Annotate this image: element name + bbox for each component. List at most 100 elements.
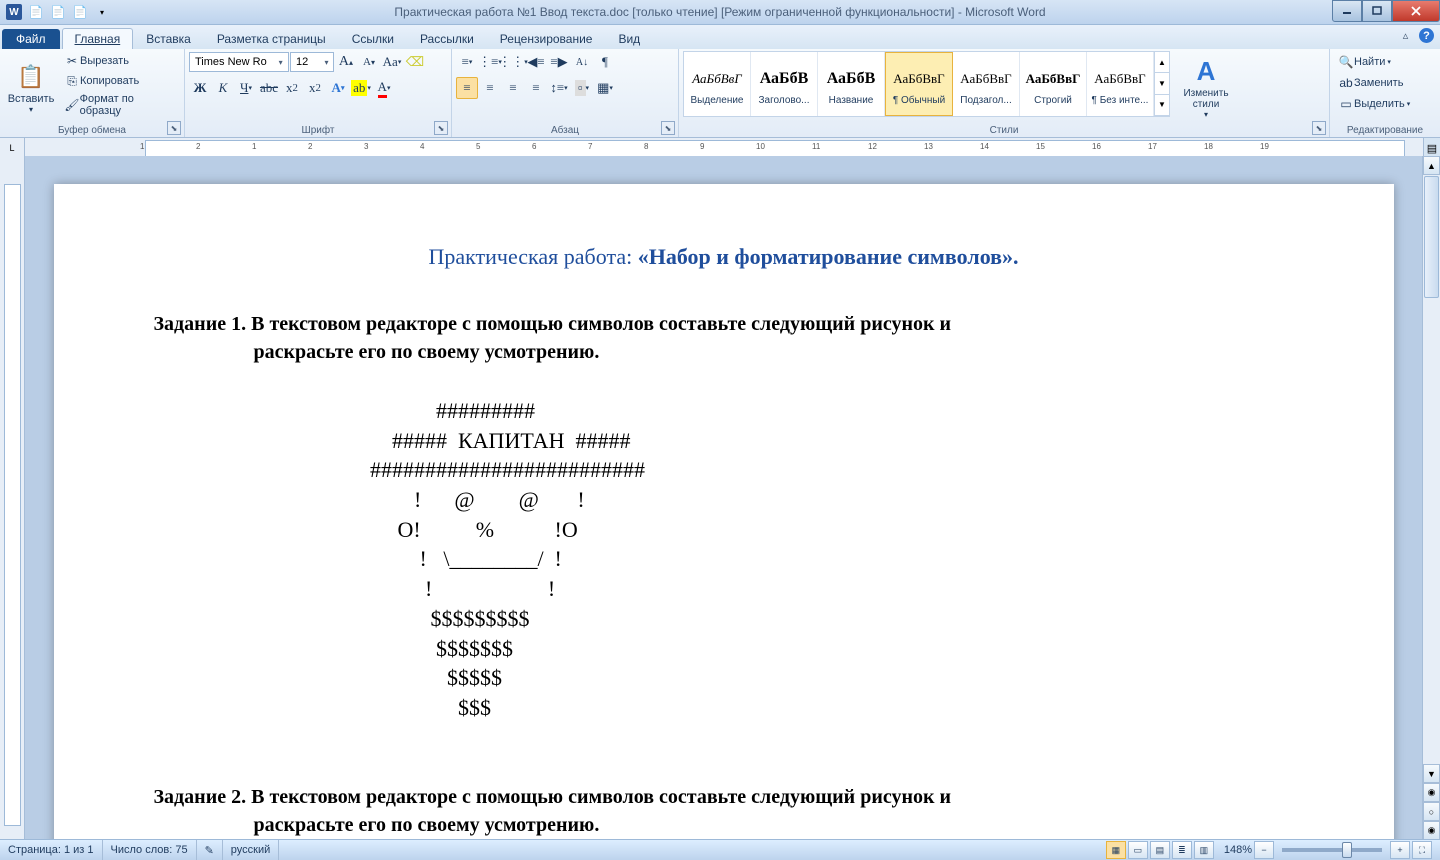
view-web-layout[interactable]: ▤: [1150, 841, 1170, 859]
align-left-button[interactable]: ≡: [456, 77, 478, 99]
browse-object-button[interactable]: ○: [1423, 802, 1440, 821]
bold-button[interactable]: Ж: [189, 77, 211, 99]
vertical-ruler[interactable]: [0, 156, 25, 840]
view-print-layout[interactable]: ▦: [1106, 841, 1126, 859]
font-size-combo[interactable]: ▾: [290, 52, 334, 72]
status-page[interactable]: Страница: 1 из 1: [0, 840, 103, 860]
qat-item-1[interactable]: 📄: [26, 2, 46, 22]
tab-insert[interactable]: Вставка: [133, 28, 204, 49]
line-spacing-button[interactable]: ↕≡▾: [548, 77, 570, 99]
status-language[interactable]: русский: [223, 840, 279, 860]
style-item[interactable]: АаБбВвГСтрогий: [1020, 52, 1087, 116]
file-tab[interactable]: Файл: [2, 29, 60, 49]
browse-prev-button[interactable]: ◉: [1423, 783, 1440, 802]
tab-page-layout[interactable]: Разметка страницы: [204, 28, 339, 49]
status-word-count[interactable]: Число слов: 75: [103, 840, 197, 860]
bullets-button[interactable]: ≡▾: [456, 51, 478, 73]
close-button[interactable]: [1392, 0, 1440, 22]
task-1: Задание 1. В текстовом редакторе с помощ…: [154, 310, 1294, 366]
select-button[interactable]: ▭Выделить▾: [1334, 94, 1436, 114]
tab-home[interactable]: Главная: [62, 28, 134, 49]
title-bar: W 📄 📄 📄 ▾ Практическая работа №1 Ввод те…: [0, 0, 1440, 25]
superscript-button[interactable]: x2: [304, 77, 326, 99]
view-full-reading[interactable]: ▭: [1128, 841, 1148, 859]
help-icon[interactable]: ?: [1419, 28, 1434, 43]
clear-formatting-button[interactable]: ⌫: [404, 51, 426, 73]
grow-font-button[interactable]: A▴: [335, 51, 357, 73]
style-item[interactable]: АаБбВвГ¶ Без инте...: [1087, 52, 1154, 116]
find-button[interactable]: 🔍Найти▾: [1334, 52, 1436, 72]
paste-button[interactable]: 📋 Вставить ▾: [4, 51, 58, 123]
style-scroll-up[interactable]: ▲: [1155, 52, 1169, 73]
underline-button[interactable]: Ч▾: [235, 77, 257, 99]
shading-button[interactable]: ▫▾: [571, 77, 593, 99]
italic-button[interactable]: К: [212, 77, 234, 99]
zoom-in-button[interactable]: +: [1390, 841, 1410, 859]
justify-button[interactable]: ≡: [525, 77, 547, 99]
app-icon[interactable]: W: [4, 2, 24, 22]
qat-item-2[interactable]: 📄: [48, 2, 68, 22]
style-item[interactable]: АаБбВвГВыделение: [684, 52, 751, 116]
view-draft[interactable]: ▥: [1194, 841, 1214, 859]
view-outline[interactable]: ≣: [1172, 841, 1192, 859]
replace-button[interactable]: abЗаменить: [1334, 73, 1436, 93]
minimize-button[interactable]: [1332, 0, 1362, 22]
borders-button[interactable]: ▦▾: [594, 77, 616, 99]
align-right-button[interactable]: ≡: [502, 77, 524, 99]
change-styles-button[interactable]: A Изменить стили ▾: [1174, 51, 1238, 123]
format-painter-button[interactable]: 🖌Формат по образцу: [60, 91, 180, 119]
select-icon: ▭: [1338, 96, 1354, 112]
decrease-indent-button[interactable]: ◀≡: [525, 51, 547, 73]
strikethrough-button[interactable]: abc: [258, 77, 280, 99]
cut-button[interactable]: ✂Вырезать: [60, 51, 180, 71]
scroll-up-button[interactable]: ▲: [1423, 156, 1440, 175]
font-color-button[interactable]: A▾: [373, 77, 395, 99]
align-center-button[interactable]: ≡: [479, 77, 501, 99]
ruler-toggle[interactable]: ▤: [1423, 138, 1440, 158]
zoom-level[interactable]: 148%: [1224, 844, 1252, 856]
highlight-button[interactable]: ab▾: [350, 77, 372, 99]
show-marks-button[interactable]: ¶: [594, 51, 616, 73]
style-item[interactable]: АаБбВНазвание: [818, 52, 885, 116]
maximize-button[interactable]: [1362, 0, 1392, 22]
qat-customize[interactable]: ▾: [92, 2, 112, 22]
horizontal-ruler[interactable]: 1212345678910111213141516171819: [145, 140, 1405, 157]
font-launcher[interactable]: ⬊: [434, 121, 448, 135]
zoom-out-button[interactable]: −: [1254, 841, 1274, 859]
document-area[interactable]: Практическая работа: «Набор и форматиров…: [25, 156, 1422, 840]
tab-review[interactable]: Рецензирование: [487, 28, 606, 49]
style-scroll-down[interactable]: ▼: [1155, 73, 1169, 94]
status-proofing[interactable]: ✎: [197, 840, 223, 860]
scroll-thumb[interactable]: [1424, 176, 1439, 298]
window-title: Практическая работа №1 Ввод текста.doc […: [394, 5, 1045, 19]
change-case-button[interactable]: Aa▾: [381, 51, 403, 73]
text-effects-button[interactable]: A▾: [327, 77, 349, 99]
shrink-font-button[interactable]: A▾: [358, 51, 380, 73]
tab-selector[interactable]: L: [0, 138, 25, 158]
tab-references[interactable]: Ссылки: [339, 28, 407, 49]
style-scroll-more[interactable]: ▼: [1155, 95, 1169, 116]
scroll-track[interactable]: [1423, 299, 1440, 764]
clipboard-launcher[interactable]: ⬊: [167, 121, 181, 135]
copy-button[interactable]: ⎘Копировать: [60, 71, 180, 91]
style-item[interactable]: АаБбВЗаголово...: [751, 52, 818, 116]
paragraph-launcher[interactable]: ⬊: [661, 121, 675, 135]
minimize-ribbon-icon[interactable]: ▵: [1398, 28, 1413, 43]
browse-next-button[interactable]: ◉: [1423, 821, 1440, 840]
zoom-slider-knob[interactable]: [1342, 842, 1352, 858]
styles-launcher[interactable]: ⬊: [1312, 121, 1326, 135]
font-name-combo[interactable]: ▾: [189, 52, 289, 72]
subscript-button[interactable]: x2: [281, 77, 303, 99]
sort-button[interactable]: A↓: [571, 51, 593, 73]
qat-item-3[interactable]: 📄: [70, 2, 90, 22]
zoom-fit-button[interactable]: ⛶: [1412, 841, 1432, 859]
scroll-down-button[interactable]: ▼: [1423, 764, 1440, 783]
multilevel-button[interactable]: ⋮⋮▾: [502, 51, 524, 73]
style-item[interactable]: АаБбВвГ¶ Обычный: [885, 52, 953, 116]
style-item[interactable]: АаБбВвГПодзагол...: [953, 52, 1020, 116]
tab-view[interactable]: Вид: [605, 28, 653, 49]
vertical-scrollbar[interactable]: ▲ ▼ ◉ ○ ◉: [1422, 156, 1440, 840]
increase-indent-button[interactable]: ≡▶: [548, 51, 570, 73]
zoom-slider[interactable]: [1282, 848, 1382, 852]
tab-mailings[interactable]: Рассылки: [407, 28, 487, 49]
